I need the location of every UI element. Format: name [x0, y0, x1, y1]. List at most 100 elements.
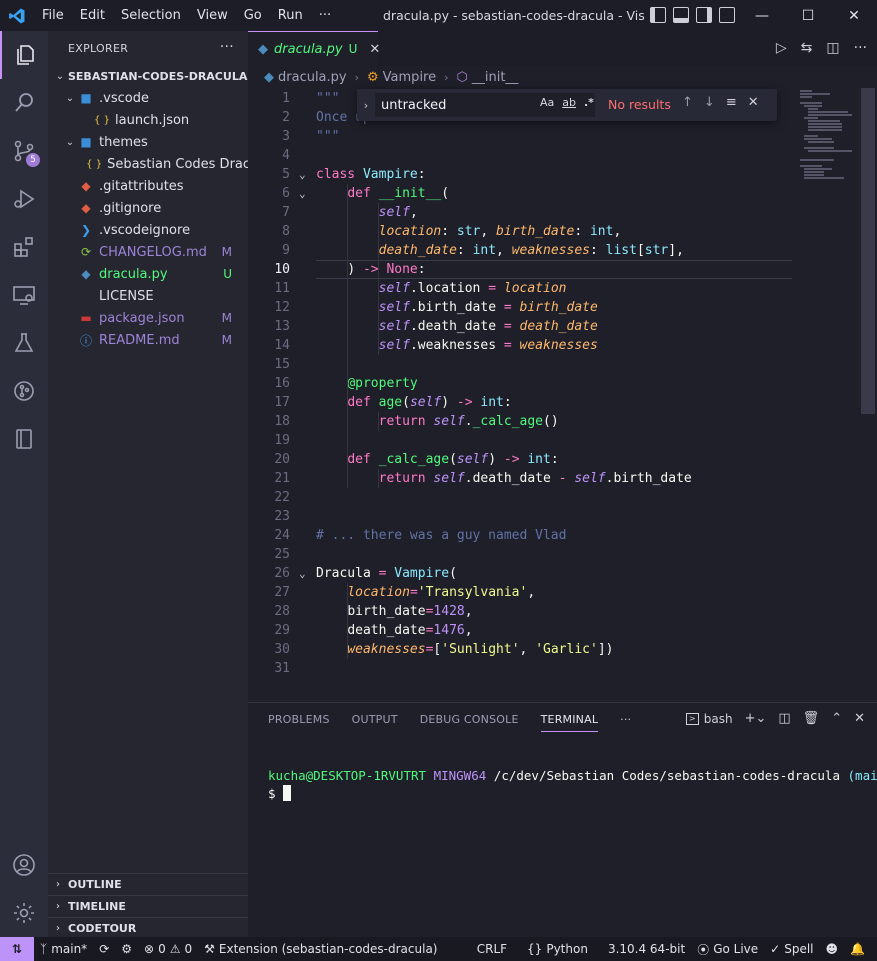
branch-indicator[interactable]: ᛉ main* — [34, 942, 93, 956]
code-line[interactable]: 23 — [248, 507, 877, 526]
code-editor[interactable]: 1"""2Once upon a time...3"""45⌄class Vam… — [248, 88, 877, 696]
kill-terminal-icon[interactable]: 🗑 — [803, 711, 820, 726]
terminal-output[interactable]: kucha@DESKTOP-1RVUTRT MINGW64 /c/dev/Seb… — [268, 767, 877, 803]
folder-item[interactable]: ⌄ ■ themes — [48, 131, 248, 153]
code-line[interactable]: 31 — [248, 659, 877, 678]
tab-output[interactable]: OUTPUT — [352, 713, 398, 732]
breadcrumb-method[interactable]: __init__ — [472, 70, 519, 85]
project-root[interactable]: ⌄ SEBASTIAN-CODES-DRACULA — [48, 65, 248, 87]
fold-chevron-icon[interactable]: ⌄ — [299, 184, 306, 203]
code-line[interactable]: 4 — [248, 146, 877, 165]
match-word-toggle[interactable]: ab — [562, 96, 576, 109]
code-line[interactable]: 30 weaknesses=['Sunlight', 'Garlic']) — [248, 640, 877, 659]
code-line[interactable]: 10 ) -> None: — [248, 260, 877, 279]
code-line[interactable]: 8 location: str, birth_date: int, — [248, 222, 877, 241]
code-line[interactable]: 14 self.weaknesses = weaknesses — [248, 336, 877, 355]
file-item[interactable]: ◆ .gitattributes — [48, 175, 248, 197]
folder-item[interactable]: ⌄ ■ .vscode — [48, 87, 248, 109]
next-match-icon[interactable]: ↓ — [704, 95, 715, 110]
code-line[interactable]: 25 — [248, 545, 877, 564]
manage-gear-icon[interactable] — [0, 889, 48, 937]
code-line[interactable]: 20 def _calc_age(self) -> int: — [248, 450, 877, 469]
panel-more-icon[interactable]: ··· — [620, 713, 631, 732]
file-item[interactable]: { } launch.json — [48, 109, 248, 131]
toggle-secondary-sidebar-icon[interactable] — [696, 7, 712, 23]
source-control-icon[interactable]: 5 — [0, 127, 48, 175]
code-line[interactable]: 11 self.location = location — [248, 279, 877, 298]
remote-explorer-icon[interactable] — [0, 271, 48, 319]
code-line[interactable]: 13 self.death_date = death_date — [248, 317, 877, 336]
run-debug-icon[interactable] — [0, 175, 48, 223]
close-find-icon[interactable]: ✕ — [748, 95, 759, 110]
notifications-bell-icon[interactable]: 🔔 — [844, 942, 871, 956]
section-codetour[interactable]: › CODETOUR — [48, 917, 248, 939]
testing-icon[interactable] — [0, 319, 48, 367]
menu-run[interactable]: Run — [270, 8, 311, 23]
eol-indicator[interactable]: CRLF — [471, 942, 521, 956]
code-line[interactable]: 7 self, — [248, 203, 877, 222]
fold-chevron-icon[interactable]: ⌄ — [299, 564, 306, 583]
code-line[interactable]: 24 # ... there was a guy named Vlad — [248, 526, 877, 545]
menu-go[interactable]: Go — [236, 8, 270, 23]
regex-toggle[interactable]: .* — [584, 96, 594, 109]
toggle-panel-icon[interactable] — [673, 7, 689, 23]
code-line[interactable]: 5 ⌄ class Vampire: — [248, 165, 877, 184]
search-icon[interactable] — [0, 79, 48, 127]
minimize-icon[interactable]: — — [739, 0, 785, 31]
menu-view[interactable]: View — [189, 8, 236, 23]
notebook-icon[interactable] — [0, 415, 48, 463]
open-changes-icon[interactable]: ⇆ — [801, 40, 813, 56]
file-item[interactable]: ◆ dracula.py U — [48, 263, 248, 285]
code-line[interactable]: 16 @property — [248, 374, 877, 393]
code-line[interactable]: 3 """ — [248, 127, 877, 146]
code-line[interactable]: 17 def age(self) -> int: — [248, 393, 877, 412]
code-line[interactable]: 29 death_date=1476, — [248, 621, 877, 640]
code-line[interactable]: 6 ⌄ def __init__( — [248, 184, 877, 203]
extensions-icon[interactable] — [0, 223, 48, 271]
problems-indicator[interactable]: ⊗ 0 ⚠ 0 — [138, 942, 198, 956]
code-line[interactable]: 9 death_date: int, weaknesses: list[str]… — [248, 241, 877, 260]
new-terminal-icon[interactable]: +⌄ — [745, 711, 767, 726]
go-live-button[interactable]: ⦿ Go Live — [691, 941, 764, 958]
close-panel-icon[interactable]: ✕ — [854, 711, 865, 726]
git-graph-status-icon[interactable]: ⚙ — [115, 942, 138, 956]
previous-match-icon[interactable]: ↑ — [682, 95, 693, 110]
breadcrumb-class[interactable]: Vampire — [383, 70, 436, 85]
section-timeline[interactable]: › TIMELINE — [48, 895, 248, 917]
file-item[interactable]: LICENSE — [48, 285, 248, 307]
match-case-toggle[interactable]: Aa — [540, 96, 554, 109]
file-item[interactable]: ❯ .vscodeignore — [48, 219, 248, 241]
tab-problems[interactable]: PROBLEMS — [268, 713, 330, 732]
fold-chevron-icon[interactable]: ⌄ — [299, 165, 306, 184]
code-line[interactable]: 22 — [248, 488, 877, 507]
file-item[interactable]: ◆ .gitignore — [48, 197, 248, 219]
tab-debug-console[interactable]: DEBUG CONSOLE — [420, 713, 519, 732]
language-indicator[interactable]: {} Python — [521, 942, 594, 956]
more-actions-icon[interactable]: ··· — [220, 39, 234, 55]
file-item[interactable]: { } Sebastian Codes Dracula-color-theme.j… — [48, 153, 248, 175]
menu-file[interactable]: File — [34, 8, 72, 23]
run-file-icon[interactable]: ▷ — [776, 40, 787, 56]
explorer-icon[interactable] — [0, 31, 48, 79]
menu-more[interactable]: ··· — [311, 8, 339, 23]
feedback-icon[interactable]: ☻ — [820, 942, 845, 956]
code-line[interactable]: 26 ⌄ Dracula = Vampire( — [248, 564, 877, 583]
spell-button[interactable]: ✓ Spell — [764, 942, 819, 956]
breadcrumb-file[interactable]: dracula.py — [278, 70, 347, 85]
interpreter-indicator[interactable]: 3.10.4 64-bit — [594, 942, 691, 956]
toggle-primary-sidebar-icon[interactable] — [650, 7, 666, 23]
sync-icon[interactable]: ⟳ — [93, 942, 115, 956]
code-line[interactable]: 15 — [248, 355, 877, 374]
menu-edit[interactable]: Edit — [72, 8, 113, 23]
maximize-panel-icon[interactable]: ⌃ — [831, 711, 842, 726]
code-line[interactable]: 18 return self._calc_age() — [248, 412, 877, 431]
file-item[interactable]: ⓘ README.md M — [48, 329, 248, 351]
terminal-shell-selector[interactable]: > bash — [685, 712, 733, 726]
maximize-icon[interactable]: ☐ — [785, 0, 831, 31]
git-graph-icon[interactable] — [0, 367, 48, 415]
close-tab-icon[interactable]: ✕ — [369, 42, 380, 57]
close-window-icon[interactable]: ✕ — [831, 0, 877, 31]
tab-terminal[interactable]: TERMINAL — [540, 713, 599, 732]
file-item[interactable]: ⟳ CHANGELOG.md M — [48, 241, 248, 263]
remote-indicator-icon[interactable]: ⇅ — [0, 937, 34, 961]
